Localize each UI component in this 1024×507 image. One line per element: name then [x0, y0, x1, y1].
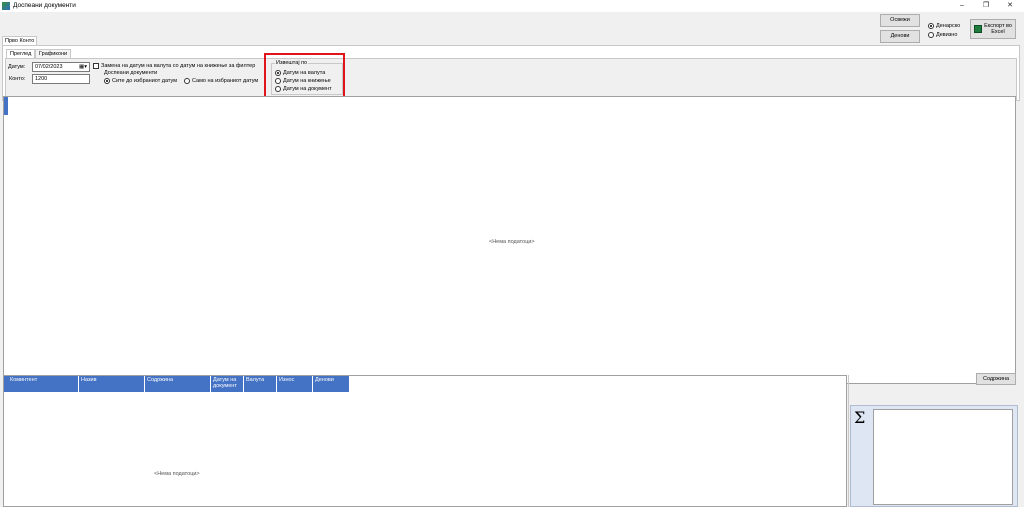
tab-pregled-body: Датум: 07/02/2023 ▦▾ Конто: 1200 Замена …: [5, 58, 1017, 100]
close-button[interactable]: ✕: [1000, 0, 1020, 12]
col-datum-dokument[interactable]: Датум на документ: [211, 376, 244, 392]
col-naziv[interactable]: Назив: [79, 376, 145, 392]
upper-grid[interactable]: <Нема податоци>: [3, 96, 1016, 384]
title-bar: Доспеани документи – ❐ ✕: [0, 0, 1024, 12]
radio-dot-icon: [928, 23, 934, 29]
grid-row-indicator: [4, 97, 8, 115]
dospeani-title: Доспеани документи: [104, 70, 158, 76]
tab-grafikoni[interactable]: Графикони: [35, 49, 72, 58]
konto-label: Конто:: [9, 76, 26, 82]
radio-dot-icon: [928, 32, 934, 38]
sigma-text-box[interactable]: [873, 409, 1013, 505]
datum-input[interactable]: 07/02/2023 ▦▾: [32, 62, 90, 72]
upper-grid-empty: <Нема податоци>: [489, 239, 535, 245]
col-valuta[interactable]: Валута: [244, 376, 277, 392]
calendar-dropdown-icon[interactable]: ▦▾: [79, 64, 87, 70]
col-sodrzina[interactable]: Содржина: [145, 376, 211, 392]
col-iznos[interactable]: Износ: [277, 376, 313, 392]
radio-dot-icon: [184, 78, 190, 84]
lower-grid-empty: <Нема податоци>: [154, 471, 200, 477]
denarsko-radio[interactable]: Денарско: [928, 23, 960, 29]
window-title: Доспеани документи: [13, 2, 76, 9]
dospeani-group: Доспеани документи Сите до избраниот дат…: [100, 70, 266, 86]
lower-grid[interactable]: Коминтент Назив Содржина Датум на докуме…: [3, 375, 847, 507]
minimize-button[interactable]: –: [952, 0, 972, 12]
restore-button[interactable]: ❐: [976, 0, 996, 12]
zamena-checkbox[interactable]: [93, 63, 99, 69]
col-kominent[interactable]: Коминтент: [8, 376, 79, 392]
app-icon: [2, 2, 10, 10]
osveki-button[interactable]: Освежи: [880, 14, 920, 27]
filter-panel: Преглед Графикони Датум: 07/02/2023 ▦▾ К…: [2, 45, 1020, 101]
sigma-panel: Σ: [850, 405, 1018, 507]
main-client-area: Освежи Денови Денарско Девизно Експорт в…: [0, 12, 1024, 507]
samo-na-datum-radio[interactable]: Само на избраниот датум: [184, 78, 258, 84]
site-do-datum-radio[interactable]: Сите до избраниот датум: [104, 78, 177, 84]
zamena-label: Замена на датум на валута со датум на кн…: [101, 63, 256, 69]
export-excel-button[interactable]: Експорт во Excel: [970, 19, 1016, 39]
devizno-radio[interactable]: Девизно: [928, 32, 957, 38]
tab-prvo-konto[interactable]: Прво Конто: [2, 36, 38, 45]
konto-input[interactable]: 1200: [32, 74, 90, 84]
radio-dot-icon: [104, 78, 110, 84]
lower-grid-header: Коминтент Назив Содржина Датум на докуме…: [8, 376, 350, 392]
sodrzina-button[interactable]: Содржина: [976, 373, 1016, 385]
col-denovi[interactable]: Денови: [313, 376, 350, 392]
datum-label: Датум:: [8, 64, 26, 70]
denovi-button[interactable]: Денови: [880, 30, 920, 43]
excel-icon: [974, 25, 982, 33]
sigma-icon: Σ: [854, 408, 866, 427]
